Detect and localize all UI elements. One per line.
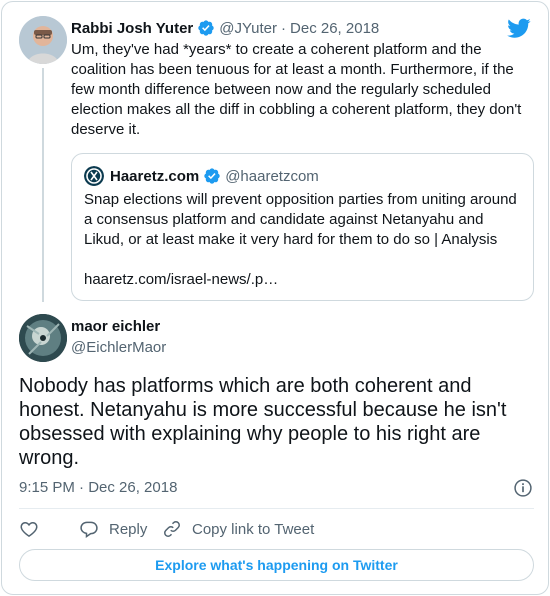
thread-connector-line — [42, 68, 44, 302]
parent-author-handle[interactable]: @JYuter — [219, 20, 277, 37]
quoted-tweet-text: Snap elections will prevent opposition p… — [84, 191, 517, 248]
verified-badge-icon — [204, 168, 220, 184]
main-tweet-timestamp[interactable]: 9:15 PM · Dec 26, 2018 — [19, 479, 177, 496]
twitter-logo-icon[interactable] — [507, 16, 531, 40]
quoted-tweet-header: Haaretz.com @haaretzcom — [84, 166, 319, 186]
copy-link-label: Copy link to Tweet — [192, 520, 315, 538]
main-author-name[interactable]: maor eichler — [71, 318, 160, 335]
verified-badge-icon — [198, 20, 214, 36]
quoted-author-handle: @haaretzcom — [225, 167, 319, 185]
reply-icon — [80, 521, 98, 538]
reply-label: Reply — [109, 520, 148, 538]
quoted-author-name: Haaretz.com — [110, 167, 200, 185]
like-button[interactable] — [19, 519, 79, 539]
tweet-actions-bar: Reply Copy link to Tweet — [19, 516, 314, 542]
link-icon — [164, 521, 180, 537]
actions-divider — [19, 508, 534, 509]
parent-author-name[interactable]: Rabbi Josh Yuter — [71, 20, 193, 37]
copy-link-button[interactable]: Copy link to Tweet — [162, 519, 314, 539]
reply-button[interactable]: Reply — [79, 519, 162, 539]
parent-tweet-text: Um, they've had *years* to create a cohe… — [71, 41, 522, 138]
explore-twitter-button[interactable]: Explore what's happening on Twitter — [19, 549, 534, 581]
main-tweet-text: Nobody has platforms which are both cohe… — [19, 375, 507, 469]
main-author-handle[interactable]: @EichlerMaor — [71, 339, 166, 356]
parent-tweet-date[interactable]: Dec 26, 2018 — [290, 20, 379, 37]
quoted-tweet-link[interactable]: haaretz.com/israel-news/.p… — [84, 270, 278, 290]
parent-tweet-header: Rabbi Josh Yuter @JYuter · Dec 26, 2018 — [71, 18, 379, 38]
quoted-tweet[interactable]: Haaretz.com @haaretzcom Snap elections w… — [71, 153, 534, 301]
info-icon[interactable] — [513, 478, 533, 498]
tweet-embed-card: Rabbi Josh Yuter @JYuter · Dec 26, 2018 … — [1, 1, 549, 595]
main-author-avatar[interactable] — [19, 314, 67, 362]
parent-author-avatar[interactable] — [19, 16, 67, 64]
heart-icon — [20, 521, 38, 537]
header-separator: · — [281, 19, 287, 37]
haaretz-logo-icon — [84, 166, 104, 186]
